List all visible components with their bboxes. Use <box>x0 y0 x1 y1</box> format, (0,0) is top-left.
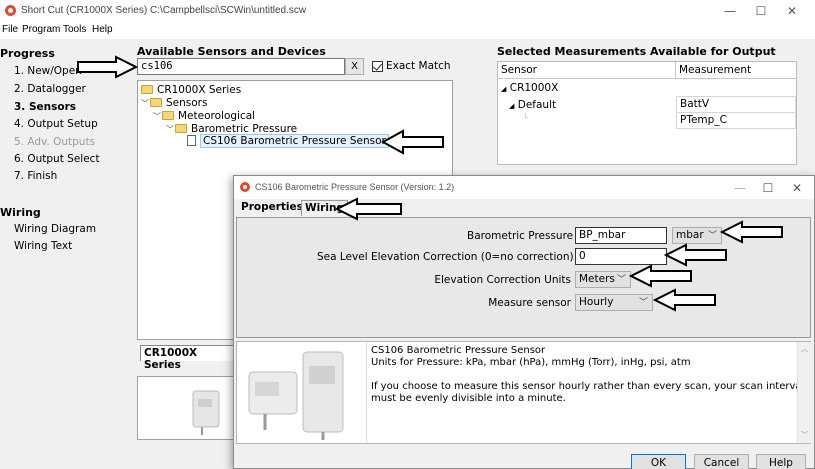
measure-sensor-select[interactable]: Hourly ﹀ <box>575 294 653 311</box>
dialog-close-button[interactable]: ✕ <box>783 179 811 197</box>
chevron-down-icon: ﹀ <box>616 275 626 285</box>
folder-icon <box>150 98 162 107</box>
folder-icon <box>141 85 153 94</box>
menu-program[interactable]: Program <box>22 24 60 35</box>
wiring-heading: Wiring <box>0 206 41 219</box>
app-window: Short Cut (CR1000X Series) C:\Campbellsc… <box>0 0 815 469</box>
maximize-button[interactable]: ☐ <box>747 2 775 20</box>
barometric-pressure-label: Barometric Pressure <box>467 230 574 242</box>
chevron-down-icon[interactable]: ﹀ <box>153 111 162 122</box>
column-header-sensor[interactable]: Sensor <box>498 62 676 79</box>
nav-step-sensors[interactable]: 3. Sensors <box>14 101 76 113</box>
description-line-1: CS106 Barometric Pressure Sensor <box>371 345 546 356</box>
tree-item-cs106-sensor[interactable]: CS106 Barometric Pressure Sensor <box>187 134 389 148</box>
elevation-units-select[interactable]: Meters ﹀ <box>575 271 631 288</box>
pressure-unit-select[interactable]: mbar ﹀ <box>672 227 722 244</box>
annotation-arrow-icon <box>76 55 138 79</box>
tree-item-cr1000x-series[interactable]: CR1000X Series <box>141 84 241 96</box>
annotation-arrow-icon <box>653 288 717 312</box>
exact-match-checkbox[interactable] <box>372 61 383 72</box>
nav-step-datalogger[interactable]: 2. Datalogger <box>14 83 86 95</box>
collapse-triangle-icon: ◢ <box>509 102 515 110</box>
minimize-button[interactable]: — <box>716 2 744 20</box>
nav-wiring-text[interactable]: Wiring Text <box>14 240 72 252</box>
exact-match-label: Exact Match <box>386 60 451 72</box>
column-header-measurement[interactable]: Measurement <box>676 62 796 79</box>
app-icon <box>240 182 250 192</box>
tree-item-sensors[interactable]: ﹀ Sensors <box>141 97 207 109</box>
dialog-title: CS106 Barometric Pressure Sensor (Versio… <box>255 182 455 192</box>
folder-icon <box>175 124 187 133</box>
progress-heading: Progress <box>0 47 55 60</box>
sensor-description: CS106 Barometric Pressure Sensor Units f… <box>236 341 811 444</box>
chevron-down-icon[interactable]: ﹀ <box>141 98 150 109</box>
ok-button[interactable]: OK <box>631 454 686 469</box>
measurement-row-cr1000x[interactable]: ◢ CR1000X <box>501 82 558 94</box>
nav-step-new-open[interactable]: 1. New/Open <box>14 65 82 77</box>
nav-wiring-diagram[interactable]: Wiring Diagram <box>14 223 96 235</box>
tree-connector: └ <box>523 113 528 122</box>
chevron-down-icon[interactable]: ﹀ <box>166 124 175 135</box>
menu-help[interactable]: Help <box>92 24 113 35</box>
document-icon <box>187 135 196 146</box>
folder-icon <box>162 111 174 120</box>
clear-search-button[interactable]: X <box>345 58 364 75</box>
dialog-maximize-button[interactable]: ☐ <box>754 179 782 197</box>
selected-measurements-heading: Selected Measurements Available for Outp… <box>497 45 776 58</box>
scroll-down-icon[interactable]: ﹀ <box>801 430 808 440</box>
sensor-preview-image <box>137 376 235 440</box>
annotation-arrow-icon <box>335 197 403 221</box>
dialog-minimize-button[interactable]: — <box>726 179 754 197</box>
measurement-cell-ptemp[interactable]: PTemp_C <box>676 112 796 129</box>
nav-step-output-setup[interactable]: 4. Output Setup <box>14 118 98 130</box>
collapse-triangle-icon: ◢ <box>501 85 507 93</box>
sea-level-correction-input[interactable]: 0 <box>575 248 667 265</box>
available-sensors-heading: Available Sensors and Devices <box>137 45 326 58</box>
close-button[interactable]: ✕ <box>778 2 806 20</box>
annotation-arrow-icon <box>720 220 784 244</box>
menu-tools[interactable]: Tools <box>63 24 86 35</box>
description-scrollbar[interactable]: ︿ ﹀ <box>797 342 811 443</box>
nav-step-adv-outputs[interactable]: 5. Adv. Outputs <box>14 136 95 148</box>
left-navigation: Progress 1. New/Open 2. Datalogger 3. Se… <box>0 40 130 469</box>
description-line-4: must be evenly divisible into a minute. <box>371 393 566 404</box>
tree-item-meteorological[interactable]: ﹀ Meteorological <box>153 110 255 122</box>
title-bar: Short Cut (CR1000X Series) C:\Campbellsc… <box>0 0 815 22</box>
tab-properties[interactable]: Properties <box>238 200 306 216</box>
menu-bar: File Program Tools Help <box>0 22 815 39</box>
sea-level-correction-label: Sea Level Elevation Correction (0=no cor… <box>317 251 574 263</box>
description-line-2: Units for Pressure: kPa, mbar (hPa), mmH… <box>371 357 691 368</box>
sensor-search-input[interactable]: cs106 <box>137 58 345 75</box>
barometric-pressure-input[interactable]: BP_mbar <box>575 227 667 244</box>
description-line-3: If you choose to measure this sensor hou… <box>371 381 805 392</box>
annotation-arrow-icon <box>629 264 693 288</box>
help-button[interactable]: Help <box>756 454 806 469</box>
elevation-units-label: Elevation Correction Units <box>434 274 571 286</box>
nav-step-finish[interactable]: 7. Finish <box>14 170 57 182</box>
measurement-row-default[interactable]: ◢ Default <box>509 99 556 111</box>
nav-step-output-select[interactable]: 6. Output Select <box>14 153 100 165</box>
dialog-title-bar: CS106 Barometric Pressure Sensor (Versio… <box>234 176 814 199</box>
window-title: Short Cut (CR1000X Series) C:\Campbellsc… <box>21 5 307 16</box>
app-icon <box>5 5 16 16</box>
tab-cr1000x-series[interactable]: CR1000X Series <box>140 345 235 371</box>
annotation-arrow-icon <box>381 129 445 155</box>
sensor-photo <box>237 342 367 443</box>
measurements-grid: Sensor Measurement ◢ CR1000X ◢ Default B… <box>497 61 797 165</box>
chevron-down-icon: ﹀ <box>707 231 717 241</box>
measurement-cell-battv[interactable]: BattV <box>676 96 796 113</box>
cancel-button[interactable]: Cancel <box>694 454 749 469</box>
scroll-up-icon[interactable]: ︿ <box>801 344 808 354</box>
measure-sensor-label: Measure sensor <box>488 297 571 309</box>
menu-file[interactable]: File <box>2 24 18 35</box>
chevron-down-icon: ﹀ <box>638 298 648 308</box>
